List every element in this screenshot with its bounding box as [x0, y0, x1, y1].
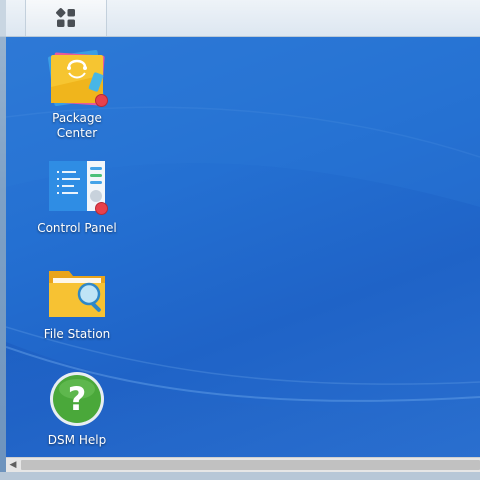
scrollbar-thumb[interactable] [21, 460, 480, 470]
scroll-left-arrow[interactable]: ◀ [6, 458, 20, 472]
main-menu-button[interactable] [25, 0, 107, 36]
control-panel-label: Control Panel [37, 221, 117, 235]
dsm-screen: Package Center Control Panel File Statio… [0, 0, 480, 480]
package-center-label: Package Center [52, 111, 102, 140]
outer-background-bottom [0, 472, 480, 480]
notification-badge [95, 94, 108, 107]
horizontal-scrollbar[interactable]: ◀ [6, 457, 480, 472]
file-station-icon [47, 263, 107, 323]
desktop-icon-control-panel[interactable]: Control Panel [27, 157, 127, 236]
file-station-label: File Station [43, 327, 111, 341]
dsm-help-label: DSM Help [47, 433, 107, 447]
desktop-icon-file-station[interactable]: File Station [27, 263, 127, 342]
control-panel-icon [47, 157, 108, 217]
notification-badge [95, 202, 108, 215]
help-icon: ? [47, 369, 107, 429]
desktop-icon-package-center[interactable]: Package Center [27, 47, 127, 141]
taskbar [0, 0, 480, 37]
package-center-icon [47, 47, 108, 107]
taskbar-edge [0, 0, 6, 36]
desktop: Package Center Control Panel File Statio… [6, 37, 480, 457]
desktop-icon-dsm-help[interactable]: ? DSM Help [27, 369, 127, 448]
svg-text:?: ? [68, 380, 87, 418]
four-squares-icon [56, 8, 75, 27]
